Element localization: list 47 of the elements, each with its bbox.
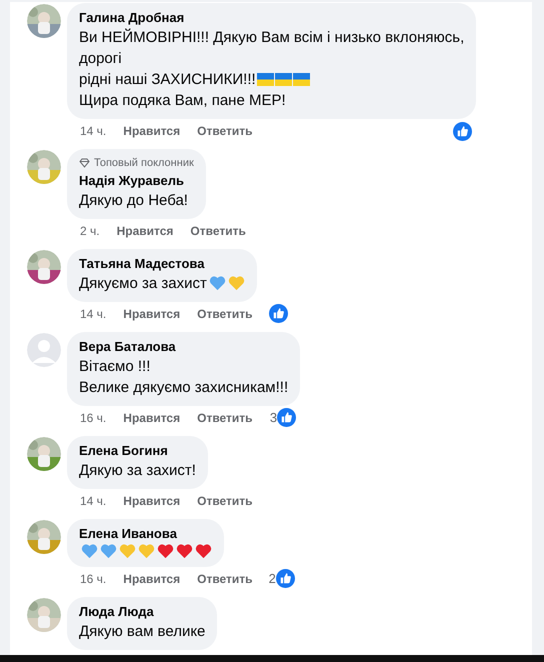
- comment-text: Дякую до Неба!: [79, 190, 188, 210]
- flag-icon: [256, 73, 274, 86]
- like-link[interactable]: Нравится: [123, 570, 180, 588]
- thumbs-up-icon: [277, 408, 296, 427]
- thumbs-up-icon: [268, 304, 288, 323]
- author-name[interactable]: Татьяна Мадестова: [79, 254, 245, 272]
- comment-text: Дякую за захист!: [79, 460, 196, 480]
- reply-link[interactable]: Ответить: [197, 408, 253, 426]
- comment-text: Дякую вам велике: [79, 622, 206, 642]
- author-name[interactable]: Надія Журавель: [79, 172, 194, 190]
- timestamp: 16 ч.: [80, 570, 106, 588]
- timestamp: 14 ч.: [80, 492, 106, 510]
- reaction-count: 3: [270, 408, 278, 427]
- reply-link[interactable]: Ответить: [197, 492, 253, 510]
- top-fan-label: Топовый поклонник: [94, 156, 194, 171]
- author-name[interactable]: Вера Баталова: [79, 338, 288, 356]
- like-link[interactable]: Нравится: [123, 492, 180, 510]
- like-link[interactable]: Нравится: [123, 122, 180, 140]
- timestamp: 16 ч.: [80, 410, 106, 426]
- like-link[interactable]: Нравится: [123, 304, 180, 322]
- comment-text: Вітаємо !!!: [79, 356, 150, 376]
- comment-text: Велике дякуємо захисникам!!!: [79, 378, 288, 398]
- comment-text: рідні наші ЗАХИСНИКИ!!!: [79, 70, 256, 90]
- timestamp: 2 ч.: [80, 222, 100, 240]
- flag-icon: [292, 73, 310, 86]
- timestamp: 14 ч.: [80, 306, 106, 322]
- reaction-count: 2: [268, 570, 276, 588]
- comment-text: Щира подяка Вам, пане МЕР!: [79, 91, 286, 111]
- thumbs-up-icon: [276, 569, 295, 588]
- like-link[interactable]: Нравится: [116, 222, 174, 240]
- reply-link[interactable]: Ответить: [197, 570, 253, 588]
- diamond-icon: [79, 158, 90, 168]
- reply-link[interactable]: Ответить: [197, 122, 253, 140]
- author-name[interactable]: Галина Дробная: [79, 9, 464, 27]
- comment-text: дорогі: [79, 49, 122, 69]
- reply-link[interactable]: Ответить: [190, 222, 246, 240]
- default-avatar-icon: [27, 332, 61, 366]
- comment-text: Дякуємо за захист: [79, 274, 207, 294]
- reply-link[interactable]: Ответить: [197, 304, 253, 322]
- thumbs-up-icon: [453, 122, 472, 140]
- like-link[interactable]: Нравится: [123, 408, 180, 426]
- timestamp: 14 ч.: [80, 123, 106, 140]
- flag-icon: [274, 73, 292, 86]
- author-name[interactable]: Елена Богиня: [79, 442, 196, 460]
- comment-text: Ви НЕЙМОВІРНІ!!! Дякую Вам всім і низько вклоняюсь,: [79, 28, 464, 48]
- author-name[interactable]: Елена Иванова: [79, 524, 212, 542]
- author-name[interactable]: Люда Люда: [79, 602, 206, 620]
